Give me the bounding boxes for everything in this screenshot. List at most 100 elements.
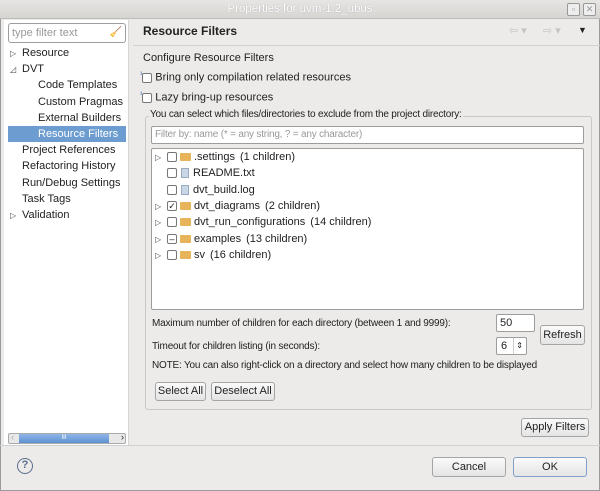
expand-arrow-icon[interactable]: ▷ [155,150,167,166]
sidebar-item-validation[interactable]: ▷ Validation [10,207,70,223]
folder-icon [180,153,191,162]
tree-checkbox[interactable] [167,217,177,228]
sidebar-item-label: Project References [22,144,116,157]
group-label: You can select which files/directories t… [149,109,463,120]
sidebar-item-task-tags[interactable]: Task Tags [10,191,71,207]
sidebar-item-label: Task Tags [22,192,71,205]
tree-item-name: sv [194,248,205,261]
sidebar-item-code-templates[interactable]: Code Templates [8,77,126,93]
cancel-button[interactable]: Cancel [432,457,506,477]
tree-item-count: (14 children) [310,216,372,229]
sidebar-item-refactoring-history[interactable]: Refactoring History [10,158,116,174]
expand-arrow-icon[interactable]: ▷ [10,208,22,224]
filter-placeholder: type filter text [12,27,78,39]
max-children-input[interactable]: 50 [496,314,535,332]
expanded-arrow-icon[interactable]: ◿ [10,62,22,78]
sidebar-item-label: External Builders [38,111,122,124]
page-title: Resource Filters [143,24,238,38]
note-text: NOTE: You can also right-click on a dire… [152,360,537,371]
tree-row[interactable]: dvt_build.log [155,182,260,198]
view-menu-icon[interactable]: ▼ [578,25,587,35]
sidebar-item-label: Custom Pragmas [38,95,123,108]
back-arrow-icon[interactable]: ⇦ ▾ [509,24,527,37]
sidebar-item-dvt[interactable]: ◿ DVT [10,61,44,77]
expand-arrow-icon[interactable]: ▷ [10,46,22,62]
sidebar-item-label: Validation [22,209,70,221]
sidebar-item-label: Run/Debug Settings [22,176,121,189]
tree-item-name: dvt_build.log [193,183,255,196]
expand-arrow-icon[interactable]: ▷ [155,199,167,215]
tree-item-name: dvt_run_configurations [194,216,306,229]
select-all-button[interactable]: Select All [155,382,206,401]
checkbox-label: Lazy bring-up resources [155,91,274,104]
folder-icon [180,234,191,243]
tree-row[interactable]: ▷ ✓ dvt_diagrams (2 children) [155,198,320,214]
sidebar-item-resource-filters[interactable]: Resource Filters [8,126,126,142]
sidebar-item-project-references[interactable]: Project References [10,142,116,158]
spinner-arrows-icon[interactable]: ⇕ [513,338,523,354]
expand-arrow-icon[interactable]: ▷ [155,248,167,264]
clear-broom-icon[interactable]: 🧹 [110,24,122,42]
page-header: Resource Filters ⇦ ▾ ⇨ ▾ ▼ [133,20,600,46]
tree-checkbox[interactable] [167,184,177,195]
file-icon [181,168,189,179]
tree-row[interactable]: ▷ .settings (1 children) [155,149,295,165]
sidebar-item-label: Resource [22,47,70,59]
sidebar-filter-input[interactable]: type filter text 🧹 [8,23,126,43]
tree-row[interactable]: ▷ – examples (13 children) [155,231,307,247]
sidebar-item-label: Code Templates [38,79,118,92]
folder-icon [180,218,191,227]
scroll-left-icon[interactable]: ‹ [11,432,14,442]
tree-item-name: README.txt [193,167,255,180]
apply-filters-button[interactable]: Apply Filters [521,418,589,437]
tree-item-count: (16 children) [210,248,272,261]
expand-arrow-icon[interactable]: ▷ [155,215,167,231]
timeout-label: Timeout for children listing (in seconds… [152,341,320,352]
sidebar-item-label: Resource Filters [38,128,119,140]
tree-item-name: .settings [194,151,235,163]
ok-button[interactable]: OK [513,457,587,477]
tree-checkbox[interactable] [167,168,177,179]
tree-item-count: (2 children) [265,199,321,212]
forward-arrow-icon[interactable]: ⇨ ▾ [543,24,561,37]
sidebar-item-external-builders[interactable]: External Builders [8,110,126,126]
maximize-button[interactable]: ▫ [567,3,580,16]
scrollbar-thumb[interactable]: III [19,434,109,443]
tree-row[interactable]: ▷ sv (16 children) [155,247,271,263]
tree-item-name: dvt_diagrams [194,199,261,212]
filter-placeholder: Filter by: name (* = any string, ? = any… [155,129,363,140]
tree-row[interactable]: ▷ dvt_run_configurations (14 children) [155,214,371,230]
timeout-spinner[interactable]: 6 ⇕ [496,337,527,355]
tree-checkbox[interactable] [167,249,177,260]
expand-arrow-icon[interactable]: ▷ [155,232,167,248]
sidebar-item-custom-pragmas[interactable]: Custom Pragmas [8,94,126,110]
checkbox-icon[interactable] [142,72,153,83]
title-bar: Properties for uvm-1.2_ubus [0,0,600,19]
tree-item-count: (13 children) [246,232,308,245]
tree-checkbox[interactable] [167,152,177,163]
refresh-button[interactable]: Refresh [540,325,585,345]
tree-checkbox[interactable]: ✓ [167,200,177,211]
help-icon[interactable]: ? [17,458,33,474]
sidebar-item-resource[interactable]: ▷ Resource [10,45,69,61]
sidebar-item-label: DVT [22,63,44,76]
window-title: Properties for uvm-1.2_ubus [227,3,373,15]
footer-divider [0,445,600,446]
tree-item-name: examples [194,232,242,245]
sidebar-item-run-debug-settings[interactable]: Run/Debug Settings [10,175,120,191]
checkbox-label: Bring only compilation related resources [155,71,351,84]
tree-item-count: (1 children) [239,151,295,163]
bring-only-compilation-checkbox[interactable]: ᵌ Bring only compilation related resourc… [140,71,351,84]
scroll-right-icon[interactable]: › [121,432,124,442]
tree-row[interactable]: README.txt [155,165,260,181]
lazy-bringup-checkbox[interactable]: ᵌ Lazy bring-up resources [140,91,273,104]
resource-filter-input[interactable]: Filter by: name (* = any string, ? = any… [151,126,584,144]
close-button[interactable]: ✕ [583,3,596,16]
folder-icon [180,201,191,210]
checkbox-icon[interactable] [142,92,153,103]
tree-checkbox[interactable]: – [167,233,177,244]
sidebar-item-label: Refactoring History [22,160,116,173]
sidebar-horizontal-scrollbar[interactable]: III › ‹ [8,432,126,444]
file-icon [181,184,189,195]
deselect-all-button[interactable]: Deselect All [211,382,275,401]
